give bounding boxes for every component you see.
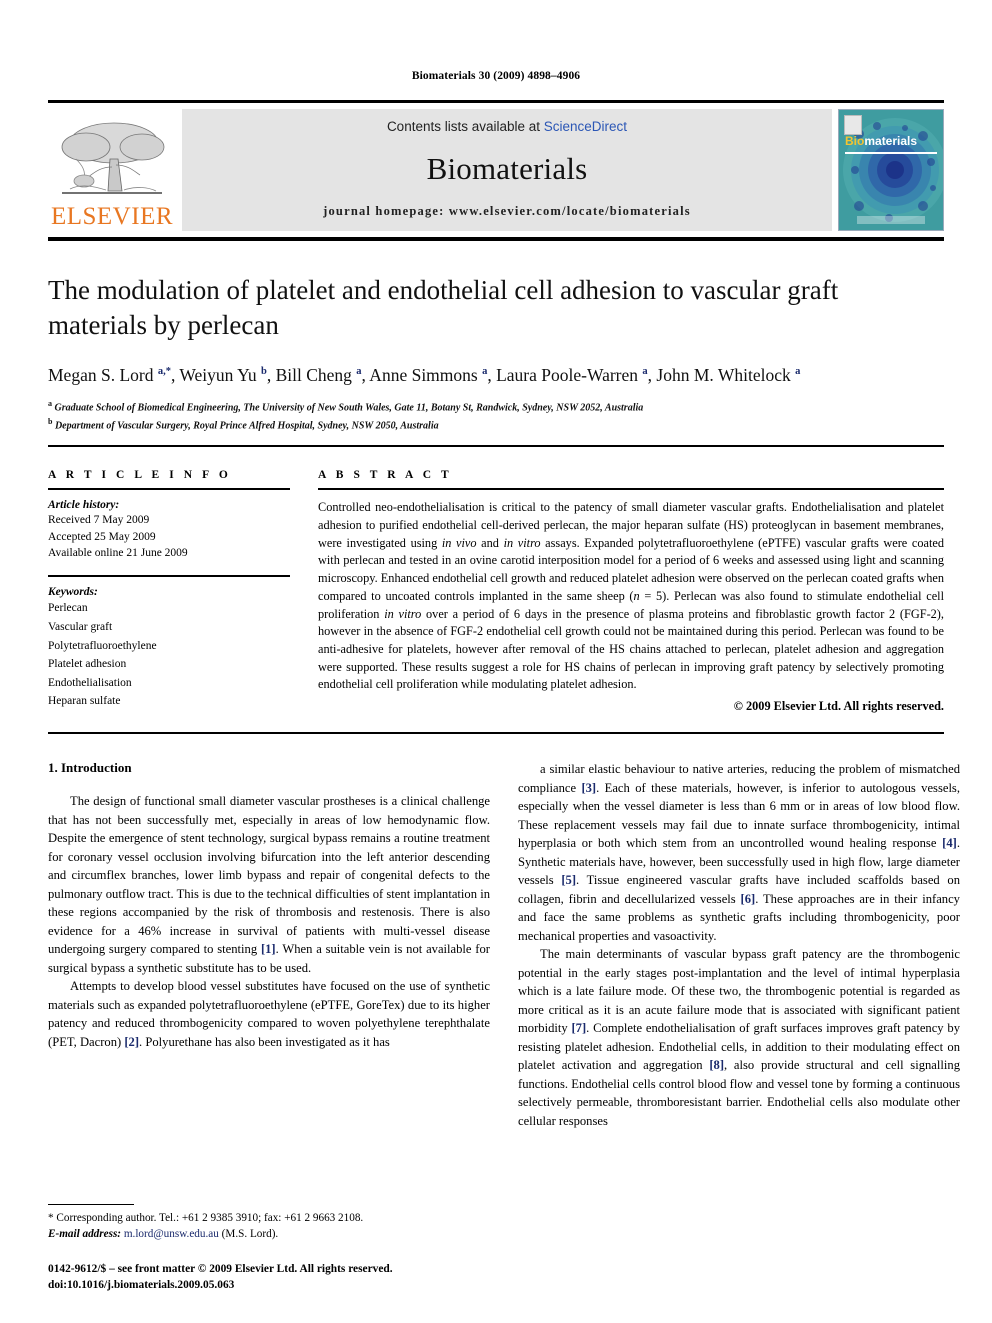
elsevier-logo: ELSEVIER bbox=[48, 109, 176, 231]
footnote-divider bbox=[48, 1203, 134, 1205]
article-info-rule bbox=[48, 488, 290, 491]
affiliation-b: b Department of Vascular Surgery, Royal … bbox=[48, 416, 439, 431]
keywords-label: Keywords: bbox=[48, 586, 98, 599]
paragraph: a similar elastic behaviour to native ar… bbox=[518, 762, 960, 943]
history-available-online: Available online 21 June 2009 bbox=[48, 547, 188, 560]
cover-title-rule bbox=[845, 152, 937, 154]
journal-article-page: Biomaterials 30 (2009) 4898–4906 ELSEVIE… bbox=[0, 0, 992, 1323]
history-accepted: Accepted 25 May 2009 bbox=[48, 530, 156, 543]
page-title: The modulation of platelet and endotheli… bbox=[48, 275, 839, 340]
abstract-rule bbox=[318, 488, 944, 491]
footnote-area: * Corresponding author. Tel.: +61 2 9385… bbox=[48, 1203, 490, 1293]
contents-prefix: Contents lists available at bbox=[386, 119, 544, 134]
info-abstract-region: A R T I C L E I N F O Article history: R… bbox=[48, 469, 944, 714]
article-info-heading: A R T I C L E I N F O bbox=[48, 469, 232, 482]
affiliation-a: a Graduate School of Biomedical Engineer… bbox=[48, 398, 644, 414]
keyword-item: Endothelialisation bbox=[48, 676, 132, 689]
article-history-label: Article history: bbox=[48, 499, 120, 512]
keywords-rule bbox=[48, 575, 290, 578]
doi-line[interactable]: doi:10.1016/j.biomaterials.2009.05.063 bbox=[48, 1277, 490, 1293]
journal-band: Contents lists available at ScienceDirec… bbox=[182, 109, 832, 231]
abstract-copyright: © 2009 Elsevier Ltd. All rights reserved… bbox=[733, 699, 944, 714]
cover-footer-band bbox=[857, 216, 925, 224]
elsevier-tree-icon bbox=[61, 122, 165, 194]
corresponding-author-email[interactable]: E-mail address: m.lord@unsw.edu.au (M.S.… bbox=[48, 1227, 490, 1243]
abstract-text: Controlled neo-endothelialisation is cri… bbox=[318, 500, 944, 692]
sciencedirect-link[interactable]: ScienceDirect bbox=[544, 119, 627, 134]
elsevier-wordmark: ELSEVIER bbox=[50, 203, 174, 230]
author-list: Megan S. Lord a,*, Weiyun Yu b, Bill Che… bbox=[48, 365, 801, 386]
body-column-left: 1. Introduction The design of functional… bbox=[48, 760, 490, 1130]
corresponding-author-note: * Corresponding author. Tel.: +61 2 9385… bbox=[48, 1211, 364, 1224]
journal-masthead: ELSEVIER Contents lists available at Sci… bbox=[48, 100, 944, 241]
journal-homepage-line[interactable]: journal homepage: www.elsevier.com/locat… bbox=[323, 204, 691, 219]
contents-available-line: Contents lists available at ScienceDirec… bbox=[387, 119, 627, 134]
paragraph: The main determinants of vascular bypass… bbox=[518, 947, 960, 1128]
paragraph: Attempts to develop blood vessel substit… bbox=[48, 979, 490, 1049]
cover-publisher-badge bbox=[844, 115, 862, 135]
running-head: Biomaterials 30 (2009) 4898–4906 bbox=[411, 70, 581, 82]
issn-copyright-block: 0142-9612/$ – see front matter © 2009 El… bbox=[48, 1261, 490, 1293]
keyword-item: Platelet adhesion bbox=[48, 658, 127, 671]
keyword-item: Perlecan bbox=[48, 602, 88, 615]
article-info-column: A R T I C L E I N F O Article history: R… bbox=[48, 469, 290, 714]
body-two-column-region: 1. Introduction The design of functional… bbox=[48, 760, 960, 1130]
title-block: The modulation of platelet and endotheli… bbox=[48, 273, 944, 448]
section-heading-introduction: 1. Introduction bbox=[48, 760, 132, 776]
body-column-right: a similar elastic behaviour to native ar… bbox=[518, 760, 960, 1130]
paragraph: The design of functional small diameter … bbox=[48, 794, 490, 975]
issn-line: 0142-9612/$ – see front matter © 2009 El… bbox=[48, 1262, 393, 1275]
keyword-item: Heparan sulfate bbox=[48, 695, 121, 708]
keyword-item: Vascular graft bbox=[48, 620, 113, 633]
title-divider bbox=[48, 445, 944, 448]
abstract-heading: A B S T R A C T bbox=[318, 469, 453, 482]
history-received: Received 7 May 2009 bbox=[48, 514, 150, 527]
abstract-bottom-divider bbox=[48, 732, 944, 735]
cover-title: Biomaterials bbox=[845, 134, 917, 148]
cover-title-bio: Bio bbox=[845, 134, 865, 148]
cover-title-rest: materials bbox=[864, 134, 918, 148]
abstract-column: A B S T R A C T Controlled neo-endotheli… bbox=[318, 469, 944, 714]
journal-title: Biomaterials bbox=[426, 151, 588, 186]
keyword-item: Polytetrafluoroethylene bbox=[48, 639, 157, 652]
journal-cover-thumbnail: Biomaterials bbox=[838, 109, 944, 231]
